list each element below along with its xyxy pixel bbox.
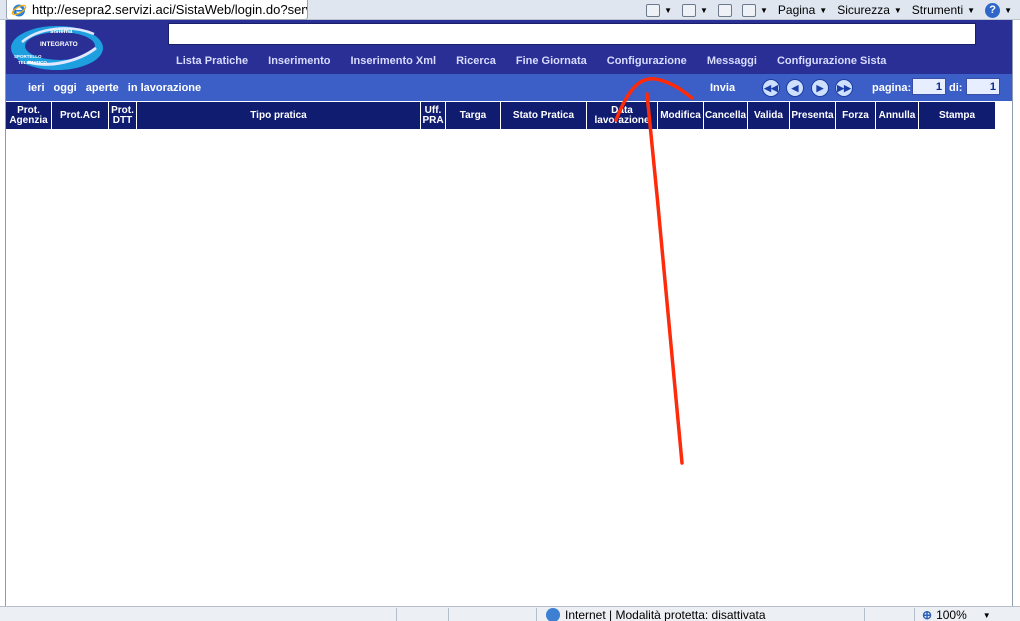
di-label: di: xyxy=(949,82,963,94)
column-header-label: Prot. xyxy=(111,104,134,116)
nav-inserimento-xml[interactable]: Inserimento Xml xyxy=(351,55,437,67)
pagina-menu[interactable]: Pagina ▼ xyxy=(778,3,827,17)
logo-text-integrato: INTEGRATO xyxy=(40,41,78,48)
browser-statusbar: Internet | Modalità protetta: disattivat… xyxy=(0,606,1020,621)
column-header[interactable]: Presenta xyxy=(790,102,836,129)
nav-messaggi[interactable]: Messaggi xyxy=(707,55,757,67)
sicurezza-menu[interactable]: Sicurezza ▼ xyxy=(837,3,902,17)
column-header-label: Prot.ACI xyxy=(60,109,100,121)
mail-icon xyxy=(717,3,732,17)
column-header[interactable]: Cancella xyxy=(704,102,748,129)
invia-button[interactable]: Invia xyxy=(710,82,735,94)
filter-ieri[interactable]: ieri xyxy=(28,82,45,94)
column-header-label: Presenta xyxy=(791,109,834,121)
first-page-icon[interactable]: ◀◀ xyxy=(762,79,780,97)
zoom-dropdown-icon: ▼ xyxy=(982,610,991,620)
column-header[interactable]: Tipo pratica xyxy=(137,102,421,129)
rss-icon xyxy=(682,3,697,17)
home-icon xyxy=(646,3,661,17)
pagina-input[interactable] xyxy=(912,78,946,95)
column-header-label: Modifica xyxy=(660,109,701,121)
column-header-label: Stato Pratica xyxy=(512,109,575,121)
zoom-label: 100% xyxy=(936,608,967,621)
filter-toolbar: ieri oggi aperte in lavorazione Invia ◀◀… xyxy=(6,74,1012,101)
tab-title: http://esepra2.servizi.aci/SistaWeb/logi… xyxy=(32,2,308,17)
nav-fine-giornata[interactable]: Fine Giornata xyxy=(516,55,587,67)
command-bar: ▼ ▼ ▼ Pagina ▼ Sicurezza ▼ Strumenti ▼ ? ▼ xyxy=(636,0,1012,20)
feeds-button[interactable]: ▼ xyxy=(682,3,708,17)
home-button[interactable]: ▼ xyxy=(646,3,672,17)
column-header-label: DTT xyxy=(112,114,133,126)
column-header-label: Cancella xyxy=(704,109,747,121)
logo-text-telematico: TELEMATICO xyxy=(18,60,47,65)
pagina-label: pagina: xyxy=(872,82,912,94)
strumenti-menu-label: Strumenti xyxy=(911,3,964,17)
next-page-icon[interactable]: ▶ xyxy=(811,79,829,97)
app-message-box xyxy=(168,23,976,45)
logo-text-sistema: sistema xyxy=(50,29,73,35)
ie-logo-icon xyxy=(11,4,27,16)
column-header[interactable]: Annulla xyxy=(876,102,919,129)
column-header-label: Agenzia xyxy=(9,114,48,126)
logo-text-sportello: SPORTELLO xyxy=(14,54,42,59)
help-button[interactable]: ? ▼ xyxy=(985,2,1012,18)
browser-titlebar: http://esepra2.servizi.aci/SistaWeb/logi… xyxy=(0,0,1020,20)
globe-icon xyxy=(546,608,560,621)
column-header[interactable]: Forza xyxy=(836,102,876,129)
last-page-icon[interactable]: ▶▶ xyxy=(835,79,853,97)
column-header[interactable]: Data lavorazione xyxy=(587,102,658,129)
help-icon: ? xyxy=(985,2,1001,18)
column-header-label: Prot. xyxy=(17,104,40,116)
column-header[interactable]: Prot. DTT xyxy=(109,102,137,129)
filter-links: ieri oggi aperte in lavorazione xyxy=(28,82,210,94)
nav-ricerca[interactable]: Ricerca xyxy=(456,55,496,67)
column-header-label: Valida xyxy=(754,109,783,121)
sicurezza-menu-label: Sicurezza xyxy=(837,3,890,17)
column-header-label: Stampa xyxy=(938,109,976,121)
mail-button[interactable] xyxy=(717,3,732,17)
sista-logo: sistema INTEGRATO SPORTELLO TELEMATICO xyxy=(11,26,103,70)
filter-in-lavorazione[interactable]: in lavorazione xyxy=(128,82,201,94)
strumenti-menu[interactable]: Strumenti ▼ xyxy=(912,3,975,17)
di-input[interactable] xyxy=(966,78,1000,95)
column-header-label: Tipo pratica xyxy=(250,109,307,121)
column-header-label: Targa xyxy=(459,109,487,121)
prev-page-icon[interactable]: ◀ xyxy=(786,79,804,97)
column-header-label: Uff. xyxy=(424,104,442,116)
column-header-label: Forza xyxy=(842,109,869,121)
pagina-menu-label: Pagina xyxy=(777,3,816,17)
security-zone[interactable]: Internet | Modalità protetta: disattivat… xyxy=(546,608,766,621)
main-nav: Lista Pratiche Inserimento Inserimento X… xyxy=(176,55,906,67)
printer-icon xyxy=(741,3,756,17)
column-header[interactable]: Stato Pratica xyxy=(501,102,587,129)
nav-configurazione[interactable]: Configurazione xyxy=(607,55,687,67)
nav-lista-pratiche[interactable]: Lista Pratiche xyxy=(176,55,248,67)
nav-inserimento[interactable]: Inserimento xyxy=(268,55,330,67)
zoom-icon: ⊕ xyxy=(922,608,933,621)
page-content: sistema INTEGRATO SPORTELLO TELEMATICO L… xyxy=(5,20,1013,606)
filter-aperte[interactable]: aperte xyxy=(86,82,119,94)
column-header[interactable]: Uff. PRA xyxy=(421,102,446,129)
app-header: sistema INTEGRATO SPORTELLO TELEMATICO L… xyxy=(6,20,1012,74)
column-header[interactable]: Prot.ACI xyxy=(52,102,109,129)
zoom-control[interactable]: ⊕ 100% ▼ xyxy=(922,608,991,621)
column-header-label: lavorazione xyxy=(594,114,650,126)
column-header[interactable]: Stampa xyxy=(919,102,996,129)
print-button[interactable]: ▼ xyxy=(741,3,768,17)
column-header[interactable]: Modifica xyxy=(658,102,704,129)
security-zone-label: Internet | Modalità protetta: disattivat… xyxy=(565,608,766,621)
filter-oggi[interactable]: oggi xyxy=(54,82,77,94)
column-header[interactable]: Prot. Agenzia xyxy=(6,102,52,129)
column-header[interactable]: Valida xyxy=(748,102,790,129)
column-header[interactable]: Targa xyxy=(446,102,501,129)
column-header-label: Annulla xyxy=(878,109,916,121)
nav-configurazione-sista[interactable]: Configurazione Sista xyxy=(777,55,886,67)
table-header: Prot. Agenzia Prot.ACI Prot. DTT Tipo pratica… xyxy=(6,102,996,129)
screen: { "browser": { "tab_title": "http://esep… xyxy=(0,0,1020,621)
browser-tab[interactable]: http://esepra2.servizi.aci/SistaWeb/logi… xyxy=(6,0,308,20)
column-header-label: PRA xyxy=(422,114,444,126)
column-header-label: Data xyxy=(611,104,633,116)
